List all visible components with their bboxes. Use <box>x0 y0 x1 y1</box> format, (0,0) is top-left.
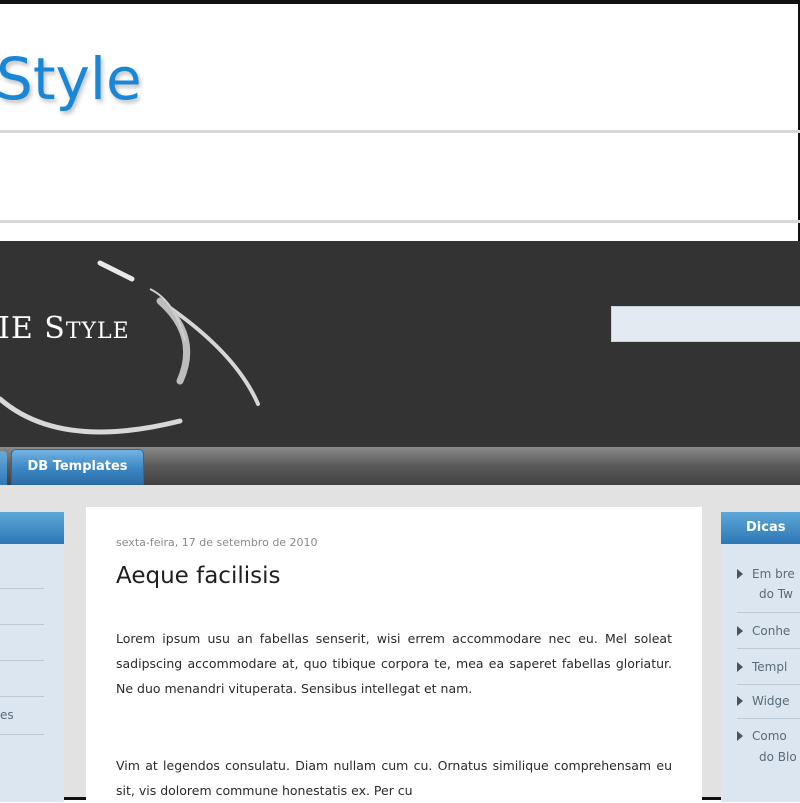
sidebar-link[interactable]: Em bre <box>737 564 795 585</box>
left-sidebar-header <box>0 512 64 544</box>
right-sidebar: Dicas Em bre do Tw Conhe Templ Widge Com… <box>721 512 800 802</box>
triangle-bullet-icon <box>737 730 743 741</box>
sidebar-divider <box>0 624 44 625</box>
sidebar-divider <box>737 612 800 613</box>
triangle-bullet-icon <box>737 695 743 706</box>
site-title[interactable]: Style <box>0 50 142 108</box>
nav-tab-db-templates[interactable]: DB Templates <box>11 449 144 485</box>
sidebar-divider <box>0 660 44 661</box>
sidebar-link-continued[interactable]: do Blo <box>759 750 797 764</box>
left-sidebar: es <box>0 512 64 802</box>
sidebar-divider <box>0 696 44 697</box>
blog-post: sexta-feira, 17 de setembro de 2010 Aequ… <box>86 507 702 802</box>
blog-banner: IE STYLE <box>0 241 800 447</box>
nav-tab-partial[interactable] <box>0 451 7 485</box>
sidebar-link[interactable]: Conhe <box>737 621 790 642</box>
triangle-bullet-icon <box>737 568 743 579</box>
sidebar-divider <box>737 684 800 685</box>
sidebar-link[interactable]: Como <box>737 726 787 747</box>
post-paragraph: Vim at legendos consulatu. Diam nullam c… <box>116 758 672 798</box>
nav-bar: DB Templates <box>0 447 800 485</box>
sidebar-link[interactable]: Widge <box>737 691 790 712</box>
search-input[interactable] <box>611 306 800 342</box>
sidebar-link[interactable]: Templ <box>737 657 787 678</box>
header-divider-bottom <box>0 220 800 223</box>
sidebar-divider <box>0 588 44 589</box>
sidebar-item-partial[interactable]: es <box>0 708 14 722</box>
sidebar-divider <box>0 734 44 735</box>
triangle-bullet-icon <box>737 661 743 672</box>
sidebar-link-continued[interactable]: do Tw <box>759 587 793 601</box>
triangle-bullet-icon <box>737 625 743 636</box>
sidebar-divider <box>737 718 800 719</box>
post-date: sexta-feira, 17 de setembro de 2010 <box>116 536 318 549</box>
banner-blog-title[interactable]: IE STYLE <box>0 311 130 346</box>
right-sidebar-heading: Dicas <box>721 512 800 544</box>
header-divider-top <box>0 130 800 133</box>
sidebar-divider <box>737 648 800 649</box>
post-paragraph: Lorem ipsum usu an fabellas senserit, wi… <box>116 631 672 696</box>
post-title[interactable]: Aeque facilisis <box>116 563 280 589</box>
